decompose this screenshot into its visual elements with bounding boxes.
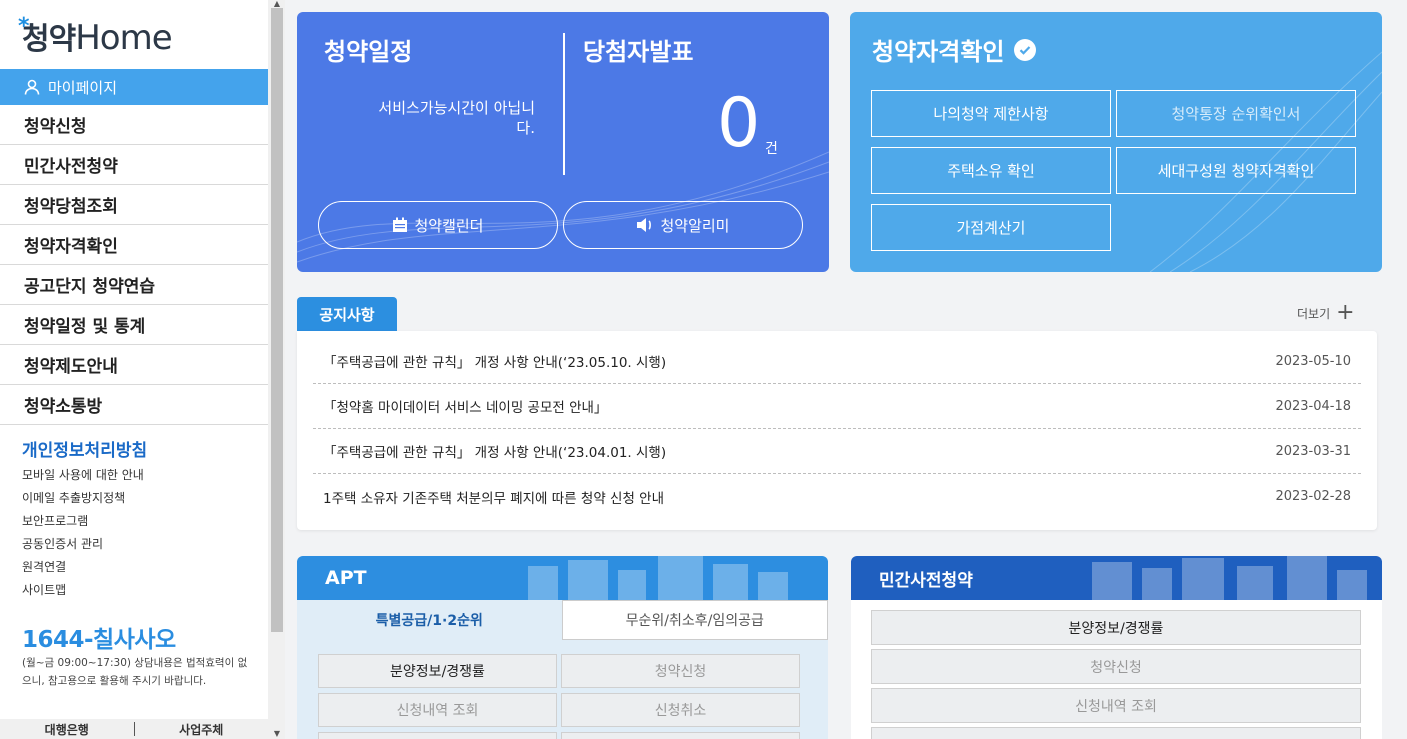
presale-title: 민간사전청약 <box>879 570 973 591</box>
winner-count-unit: 건 <box>765 141 778 157</box>
call-center-number: 1644-칠사사오 <box>22 627 176 653</box>
house-ownership-button[interactable]: 주택소유 확인 <box>871 147 1111 194</box>
sidebar-bottom-bar: 대행은행 사업주체 <box>0 719 268 739</box>
plus-icon: + <box>1336 300 1355 325</box>
more-label: 더보기 <box>1297 306 1331 321</box>
presale-apply-button[interactable]: 청약신청 <box>871 649 1361 684</box>
building-decoration <box>1092 556 1367 600</box>
notice-row[interactable]: 「주택공급에 관한 규칙」 개정 사항 안내(‘23.04.01. 시행) 20… <box>313 429 1361 474</box>
person-icon <box>24 79 40 95</box>
agent-bank-link[interactable]: 대행은행 <box>0 721 134 738</box>
nav-item-qualification[interactable]: 청약자격확인 <box>0 225 268 265</box>
presale-header: 민간사전청약 <box>851 556 1382 600</box>
footer-link-remote[interactable]: 원격연결 <box>22 556 144 579</box>
presale-panel: 민간사전청약 분양정보/경쟁률 청약신청 신청내역 조회 <box>851 556 1382 739</box>
notice-row[interactable]: 「주택공급에 관한 규칙」 개정 사항 안내(‘23.05.10. 시행) 20… <box>313 339 1361 384</box>
score-calculator-button[interactable]: 가점계산기 <box>871 204 1111 251</box>
schedule-card: 청약일정 당첨자발표 서비스가능시간이 아닙니다. 0 건 청약캘린더 청약알리… <box>297 12 829 272</box>
nav-item-winner-lookup[interactable]: 청약당첨조회 <box>0 185 268 225</box>
speaker-icon <box>637 218 652 232</box>
nav-item-schedule-stats[interactable]: 청약일정 및 통계 <box>0 305 268 345</box>
calendar-button[interactable]: 청약캘린더 <box>318 201 558 249</box>
building-decoration <box>528 556 788 600</box>
privacy-policy-link[interactable]: 개인정보처리방침 <box>22 436 147 461</box>
alarm-button-label: 청약알리미 <box>660 216 730 235</box>
notice-title[interactable]: 1주택 소유자 기존주택 처분의무 폐지에 따른 청약 신청 안내 <box>323 487 664 507</box>
tab-unranked-supply[interactable]: 무순위/취소후/임의공급 <box>561 600 828 640</box>
my-restriction-button[interactable]: 나의청약 제한사항 <box>871 90 1111 137</box>
nav-item-private-pre-subscription[interactable]: 민간사전청약 <box>0 145 268 185</box>
rank-certificate-button[interactable]: 청약통장 순위확인서 <box>1116 90 1356 137</box>
notice-date: 2023-04-18 <box>1275 398 1351 414</box>
notice-row[interactable]: 1주택 소유자 기존주택 처분의무 폐지에 따른 청약 신청 안내 2023-0… <box>313 474 1361 519</box>
notice-title[interactable]: 「청약홈 마이데이터 서비스 네이밍 공모전 안내」 <box>323 396 607 416</box>
apt-panel: APT 특별공급/1·2순위 무순위/취소후/임의공급 분양정보/경쟁률 청약신… <box>297 556 828 739</box>
nav-item-community[interactable]: 청약소통방 <box>0 385 268 425</box>
developer-link[interactable]: 사업주체 <box>135 721 269 738</box>
footer-links: 모바일 사용에 대한 안내 이메일 추출방지정책 보안프로그램 공동인증서 관리… <box>22 464 144 602</box>
footer-link-certificate[interactable]: 공동인증서 관리 <box>22 533 144 556</box>
call-center-note: (월~금 09:00~17:30) 상담내용은 법적효력이 없으니, 참고용으로… <box>22 657 248 687</box>
footer-link-sitemap[interactable]: 사이트맵 <box>22 579 144 602</box>
calendar-button-label: 청약캘린더 <box>414 216 484 235</box>
logo-english-text: Home <box>75 18 172 58</box>
notice-date: 2023-05-10 <box>1275 353 1351 369</box>
apt-extra-button[interactable] <box>561 732 800 739</box>
notice-date: 2023-02-28 <box>1275 489 1351 504</box>
logo-star-icon: * <box>18 14 29 39</box>
notice-list: 「주택공급에 관한 규칙」 개정 사항 안내(‘23.05.10. 시행) 20… <box>297 331 1377 530</box>
household-qualification-button[interactable]: 세대구성원 청약자격확인 <box>1116 147 1356 194</box>
mypage-link[interactable]: 마이페이지 <box>0 69 268 105</box>
apt-title: APT <box>325 567 367 589</box>
apt-tabs: 특별공급/1·2순위 무순위/취소후/임의공급 <box>297 600 828 640</box>
presale-history-button[interactable]: 신청내역 조회 <box>871 688 1361 723</box>
nav-item-practice[interactable]: 공고단지 청약연습 <box>0 265 268 305</box>
winner-count: 0 <box>717 84 761 163</box>
scrollbar-thumb[interactable] <box>271 8 283 632</box>
check-circle-icon <box>1014 38 1037 61</box>
notice-row[interactable]: 「청약홈 마이데이터 서비스 네이밍 공모전 안내」 2023-04-18 <box>313 384 1361 429</box>
footer-link-security[interactable]: 보안프로그램 <box>22 510 144 533</box>
presale-extra-button[interactable] <box>871 727 1361 739</box>
main-nav: 청약신청 민간사전청약 청약당첨조회 청약자격확인 공고단지 청약연습 청약일정… <box>0 105 268 425</box>
calendar-icon <box>393 217 408 232</box>
apt-history-button[interactable]: 신청내역 조회 <box>318 693 557 727</box>
apt-apply-button[interactable]: 청약신청 <box>561 654 800 688</box>
presale-sale-info-button[interactable]: 분양정보/경쟁률 <box>871 610 1361 645</box>
notice-date: 2023-03-31 <box>1275 443 1351 459</box>
tab-notices[interactable]: 공지사항 <box>297 297 397 331</box>
site-logo[interactable]: * 청약Home <box>18 14 173 58</box>
service-time-notice: 서비스가능시간이 아닙니다. <box>378 99 535 137</box>
tab-special-supply[interactable]: 특별공급/1·2순위 <box>297 600 562 640</box>
apt-sale-info-button[interactable]: 분양정보/경쟁률 <box>318 654 557 688</box>
scroll-up-icon[interactable]: ▲ <box>272 0 282 8</box>
qualification-title-text: 청약자격확인 <box>872 38 1005 66</box>
apt-cancel-button[interactable]: 신청취소 <box>561 693 800 727</box>
more-link[interactable]: 더보기 + <box>1297 302 1355 324</box>
apt-extra-button[interactable] <box>318 732 557 739</box>
scroll-down-icon[interactable]: ▼ <box>272 730 282 738</box>
schedule-title: 청약일정 <box>324 38 413 66</box>
alarm-button[interactable]: 청약알리미 <box>563 201 803 249</box>
qualification-title: 청약자격확인 <box>872 32 1037 67</box>
logo-korean-text: 청약 <box>22 22 76 57</box>
nav-item-apply[interactable]: 청약신청 <box>0 105 268 145</box>
qualification-card: 청약자격확인 나의청약 제한사항 청약통장 순위확인서 주택소유 확인 세대구성… <box>850 12 1382 272</box>
apt-header: APT <box>297 556 828 600</box>
card-divider <box>563 33 565 175</box>
mypage-label: 마이페이지 <box>48 78 118 97</box>
footer-link-mobile[interactable]: 모바일 사용에 대한 안내 <box>22 464 144 487</box>
footer-link-email-policy[interactable]: 이메일 추출방지정책 <box>22 487 144 510</box>
nav-item-system-guide[interactable]: 청약제도안내 <box>0 345 268 385</box>
notice-title[interactable]: 「주택공급에 관한 규칙」 개정 사항 안내(‘23.05.10. 시행) <box>323 351 666 371</box>
sidebar: * 청약Home 마이페이지 청약신청 민간사전청약 청약당첨조회 청약자격확인 … <box>0 0 268 739</box>
winner-announcement-title: 당첨자발표 <box>583 38 694 66</box>
notice-title[interactable]: 「주택공급에 관한 규칙」 개정 사항 안내(‘23.04.01. 시행) <box>323 441 666 461</box>
